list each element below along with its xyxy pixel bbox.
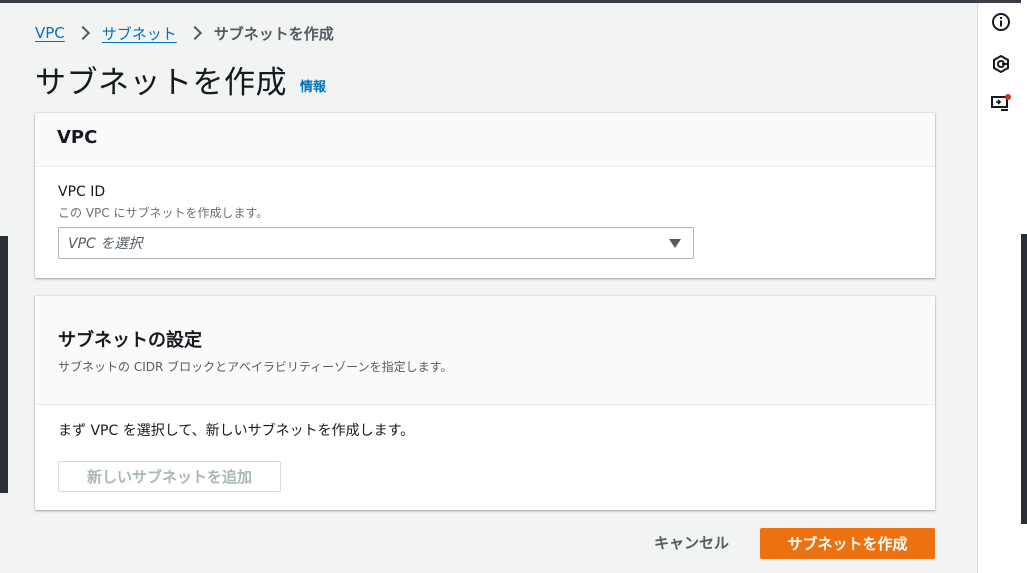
subnet-panel-heading: サブネットの設定 [58,330,202,351]
info-link[interactable]: 情報 [300,76,326,95]
right-utility-rail [977,3,1021,573]
vpc-id-label: VPC ID [58,184,106,200]
chevron-right-icon [187,25,202,41]
feedback-icon[interactable] [990,93,1012,115]
hexagon-settings-icon[interactable] [990,53,1012,75]
background-window-right-dark [1021,234,1027,524]
background-window-left [0,236,8,493]
info-icon[interactable] [990,11,1012,33]
add-subnet-button[interactable]: 新しいサブネットを追加 [58,461,281,492]
breadcrumb: VPC サブネット サブネットを作成 [35,22,334,44]
create-subnet-button[interactable]: サブネットを作成 [760,528,935,559]
subnet-empty-message: まず VPC を選択して、新しいサブネットを作成します。 [58,423,415,439]
chevron-right-icon [75,25,90,41]
breadcrumb-vpc[interactable]: VPC [35,24,65,42]
vpc-id-description: この VPC にサブネットを作成します。 [58,206,269,220]
breadcrumb-subnets[interactable]: サブネット [102,23,177,44]
page-title: サブネットを作成 [35,65,287,101]
vpc-id-field: VPC ID この VPC にサブネットを作成します。 VPC を選択 [35,167,935,259]
subnet-panel-header: サブネットの設定 サブネットの CIDR ブロックとアベイラビリティーゾーンを指… [35,296,935,405]
form-actions: キャンセル サブネットを作成 [8,528,977,560]
vpc-select[interactable]: VPC を選択 [58,227,694,259]
subnet-panel-body: まず VPC を選択して、新しいサブネットを作成します。 新しいサブネットを追加 [35,405,935,492]
cancel-button[interactable]: キャンセル [654,532,729,553]
subnet-settings-panel: サブネットの設定 サブネットの CIDR ブロックとアベイラビリティーゾーンを指… [35,296,935,510]
main-content: VPC サブネット サブネットを作成 サブネットを作成 情報 VPC VPC I… [8,3,977,573]
caret-down-icon [669,238,681,248]
vpc-select-placeholder: VPC を選択 [68,236,143,252]
notification-dot [1005,94,1011,100]
vpc-panel-heading: VPC [57,127,98,148]
breadcrumb-current: サブネットを作成 [213,24,334,43]
subnet-panel-description: サブネットの CIDR ブロックとアベイラビリティーゾーンを指定します。 [58,360,453,374]
vpc-panel-header: VPC [35,113,935,167]
vpc-panel: VPC VPC ID この VPC にサブネットを作成します。 VPC を選択 [35,113,935,278]
